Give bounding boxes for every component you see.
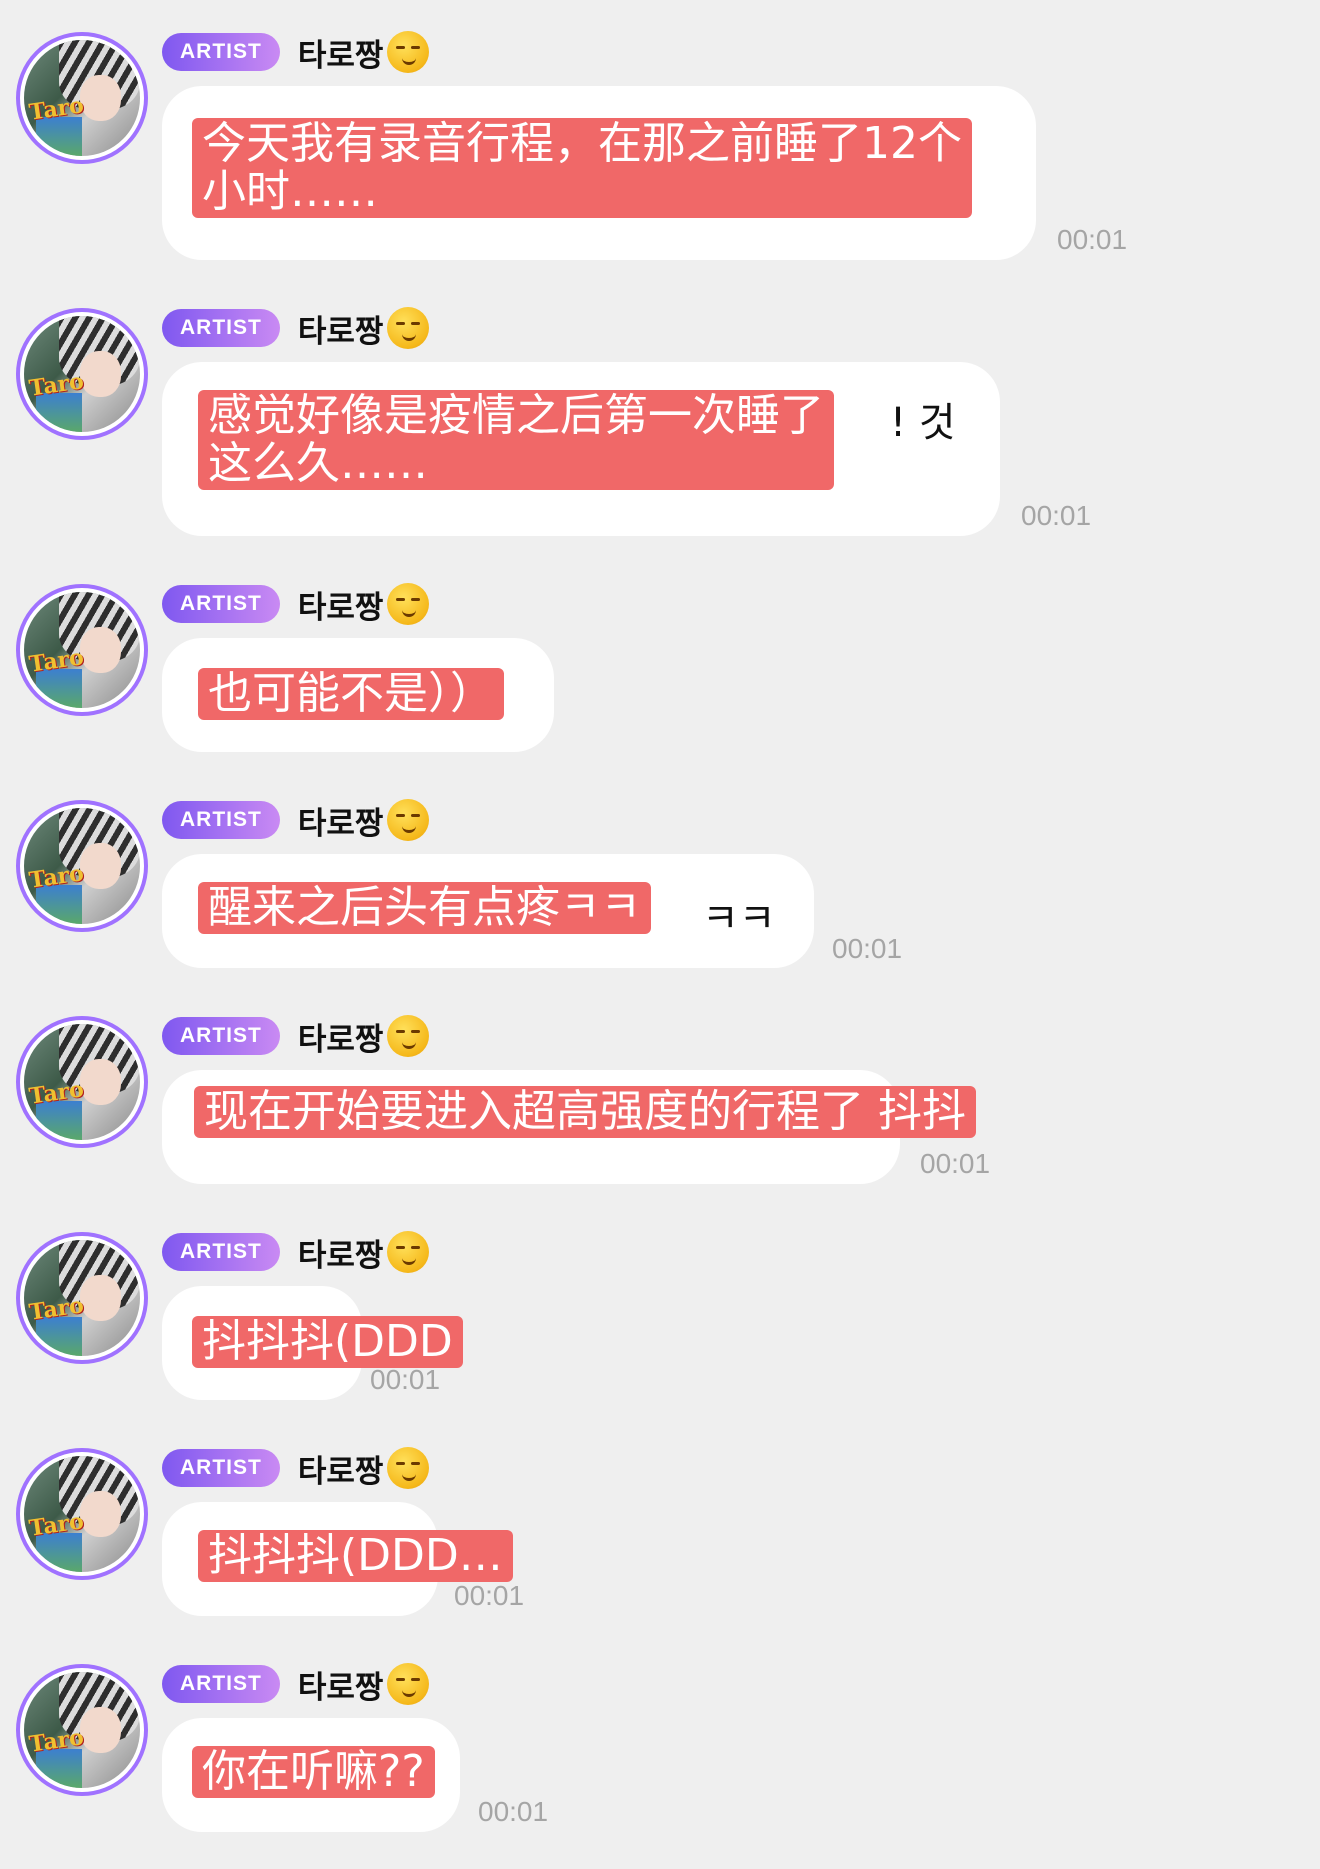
sender-name: 타로짱 <box>297 37 384 74</box>
timestamp: 00:01 <box>454 1580 525 1611</box>
message-header: ARTIST 타로짱 <box>162 30 430 74</box>
chat-message: Taro ARTIST 타로짱 ㅋㅋ 醒来之后头有点疼ㅋㅋ 00:01 <box>0 768 1320 988</box>
message-text-line-1: 抖抖抖(DDD <box>202 1316 453 1367</box>
translation-overlay: 今天我有录音行程，在那之前睡了12个 小时…… <box>192 118 972 218</box>
translation-overlay: 也可能不是）） <box>198 668 504 720</box>
message-text-line-2: 小时…… <box>202 166 378 217</box>
avatar[interactable]: Taro <box>16 1448 148 1580</box>
timestamp: 00:01 <box>478 1796 549 1827</box>
translation-overlay: 抖抖抖(DDD… <box>198 1530 513 1582</box>
avatar[interactable]: Taro <box>16 1232 148 1364</box>
sender-name: 타로짱 <box>297 313 384 350</box>
smirking-face-icon <box>387 1015 430 1057</box>
timestamp: 00:01 <box>370 1364 441 1395</box>
message-text-line-1: 现在开始要进入超高强度的行程了 抖抖 <box>204 1086 966 1137</box>
artist-badge: ARTIST <box>162 1017 280 1055</box>
chat-message: Taro ARTIST 타로짱 你在听嘛?? 00:01 <box>0 1632 1320 1852</box>
message-header: ARTIST 타로짱 <box>162 582 430 626</box>
artist-badge: ARTIST <box>162 309 280 347</box>
translation-overlay: 醒来之后头有点疼ㅋㅋ <box>198 882 651 934</box>
message-header: ARTIST 타로짱 <box>162 306 430 350</box>
chat-message: Taro ARTIST 타로짱 现在开始要进入超高强度的行程了 抖抖 00:01 <box>0 984 1320 1204</box>
message-bubble[interactable]: ! 것 感觉好像是疫情之后第一次睡了 这么久…… <box>162 362 1000 536</box>
artist-badge: ARTIST <box>162 33 280 71</box>
sender-name: 타로짱 <box>297 1669 384 1706</box>
artist-badge: ARTIST <box>162 1665 280 1703</box>
message-text-line-1: 抖抖抖(DDD… <box>208 1530 503 1581</box>
message-bubble[interactable]: 你在听嘛?? <box>162 1718 460 1832</box>
original-text-fragment: ! 것 <box>890 400 956 446</box>
avatar[interactable]: Taro <box>16 1664 148 1796</box>
translation-overlay: 现在开始要进入超高强度的行程了 抖抖 <box>194 1086 976 1138</box>
original-text-fragment: ㅋㅋ <box>702 896 776 942</box>
chat-message: Taro ARTIST 타로짱 今天我有录音行程，在那之前睡了12个 小时…… … <box>0 0 1320 260</box>
message-text-line-2: 这么久…… <box>208 438 428 489</box>
message-text-line-1: 今天我有录音行程，在那之前睡了12个 <box>202 118 962 169</box>
message-text-line-1: 感觉好像是疫情之后第一次睡了 <box>208 390 824 441</box>
translation-overlay: 感觉好像是疫情之后第一次睡了 这么久…… <box>198 390 834 490</box>
smirking-face-icon <box>387 31 430 73</box>
message-bubble[interactable]: 也可能不是）） <box>162 638 554 752</box>
smirking-face-icon <box>387 1447 430 1489</box>
avatar[interactable]: Taro <box>16 800 148 932</box>
artist-badge: ARTIST <box>162 1449 280 1487</box>
message-bubble[interactable]: ㅋㅋ 醒来之后头有点疼ㅋㅋ <box>162 854 814 968</box>
sender-name: 타로짱 <box>297 1453 384 1490</box>
chat-message: Taro ARTIST 타로짱 ! 것 感觉好像是疫情之后第一次睡了 这么久……… <box>0 276 1320 536</box>
avatar[interactable]: Taro <box>16 32 148 164</box>
message-bubble[interactable]: 抖抖抖(DDD <box>162 1286 463 1400</box>
message-text-line-1: 醒来之后头有点疼ㅋㅋ <box>208 882 641 933</box>
smirking-face-icon <box>387 1231 430 1273</box>
smirking-face-icon <box>387 307 430 349</box>
message-bubble[interactable]: 今天我有录音行程，在那之前睡了12个 小时…… <box>162 86 1036 260</box>
smirking-face-icon <box>387 583 430 625</box>
message-header: ARTIST 타로짱 <box>162 1662 430 1706</box>
artist-badge: ARTIST <box>162 801 280 839</box>
translation-overlay: 你在听嘛?? <box>192 1746 435 1798</box>
sender-name: 타로짱 <box>297 805 384 842</box>
sender-name: 타로짱 <box>297 1237 384 1274</box>
chat-message: Taro ARTIST 타로짱 也可能不是）） <box>0 552 1320 772</box>
timestamp: 00:01 <box>832 933 903 964</box>
sender-name: 타로짱 <box>297 589 384 626</box>
chat-feed: Taro ARTIST 타로짱 今天我有录音行程，在那之前睡了12个 小时…… … <box>0 0 1320 1869</box>
smirking-face-icon <box>387 1663 430 1705</box>
message-header: ARTIST 타로짱 <box>162 1230 430 1274</box>
message-bubble[interactable]: 现在开始要进入超高强度的行程了 抖抖 <box>162 1070 976 1184</box>
translation-overlay: 抖抖抖(DDD <box>192 1316 463 1368</box>
avatar[interactable]: Taro <box>16 308 148 440</box>
message-text-line-1: 你在听嘛?? <box>202 1746 425 1797</box>
chat-message: Taro ARTIST 타로짱 抖抖抖(DDD… 00:01 <box>0 1416 1320 1636</box>
timestamp: 00:01 <box>920 1148 991 1179</box>
smirking-face-icon <box>387 799 430 841</box>
sender-name: 타로짱 <box>297 1021 384 1058</box>
message-text-line-1: 也可能不是）） <box>208 668 494 719</box>
avatar[interactable]: Taro <box>16 1016 148 1148</box>
message-header: ARTIST 타로짱 <box>162 1446 430 1490</box>
chat-message: Taro ARTIST 타로짱 抖抖抖(DDD 00:01 <box>0 1200 1320 1420</box>
message-bubble[interactable]: 抖抖抖(DDD… <box>162 1502 513 1616</box>
artist-badge: ARTIST <box>162 585 280 623</box>
message-header: ARTIST 타로짱 <box>162 1014 430 1058</box>
timestamp: 00:01 <box>1021 500 1092 531</box>
avatar[interactable]: Taro <box>16 584 148 716</box>
timestamp: 00:01 <box>1057 224 1128 255</box>
message-header: ARTIST 타로짱 <box>162 798 430 842</box>
artist-badge: ARTIST <box>162 1233 280 1271</box>
